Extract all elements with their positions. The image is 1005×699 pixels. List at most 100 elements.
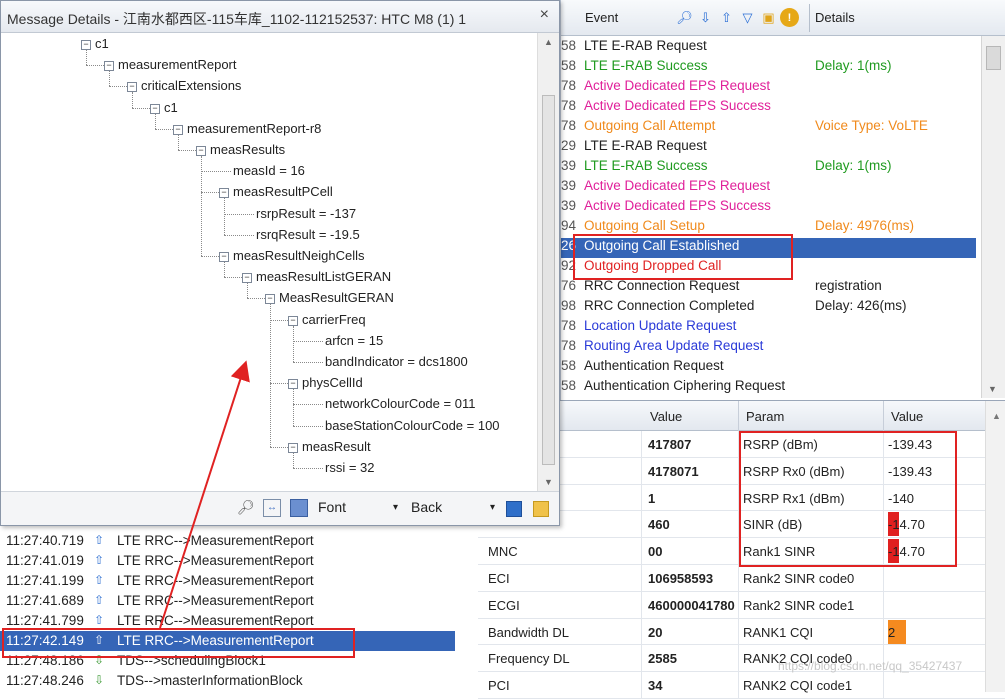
tree-leaf[interactable]: arfcn = 15 [325,332,383,350]
tree-node[interactable]: − carrierFreq [288,311,366,329]
scroll-down-icon[interactable]: ▼ [544,477,553,487]
tree-node-label: measId = 16 [233,163,305,179]
collapse-icon[interactable]: − [219,188,229,199]
event-row[interactable]: 78 Location Update Request [561,318,976,338]
column-divider [883,618,884,645]
back-dropdown-icon[interactable]: ▾ [490,502,495,513]
param-scrollbar[interactable]: ▲ [985,401,1005,692]
tree-node[interactable]: − measResultNeighCells [219,247,365,265]
tree-node[interactable]: − criticalExtensions [127,77,241,95]
tree-leaf[interactable]: rsrqResult = -19.5 [256,226,360,244]
tree-node[interactable]: − measurementReport-r8 [173,120,321,138]
event-row[interactable]: 58 LTE E-RAB Request [561,38,976,58]
event-row[interactable]: 76 RRC Connection Request registration [561,278,976,298]
field-name: Frequency DL [488,651,570,667]
tree-node[interactable]: − physCellId [288,374,363,392]
expand-icon[interactable]: ↔ [263,499,281,517]
save-icon[interactable] [506,501,522,517]
event-row[interactable]: 78 Active Dedicated EPS Success [561,98,976,118]
tree-leaf[interactable]: rssi = 32 [325,459,375,477]
scroll-up-icon[interactable]: ▲ [992,411,1001,421]
tree-leaf[interactable]: rsrpResult = -137 [256,205,356,223]
tree-node[interactable]: − MeasResultGERAN [265,289,394,307]
message-row[interactable]: 11:27:41.019 ⇧ LTE RRC-->MeasurementReport [0,551,478,571]
collapse-icon[interactable]: − [219,252,229,262]
tree-scrollbar[interactable]: ▲ ▼ [537,33,559,491]
event-row[interactable]: 98 RRC Connection Completed Delay: 426(ms) [561,298,976,318]
event-row[interactable]: 78 Outgoing Call Attempt Voice Type: VoLTE [561,118,976,138]
column-divider [738,618,739,645]
collapse-icon[interactable]: − [265,294,275,305]
window-titlebar[interactable]: Message Details - 江南水都西区-115车库_1102-1121… [1,1,559,33]
event-row[interactable]: 39 Active Dedicated EPS Success [561,198,976,218]
scrollbar-thumb[interactable] [542,95,555,465]
tree-node[interactable]: − measResultPCell [219,183,333,201]
layout-icon[interactable] [290,499,308,517]
font-dropdown-icon[interactable]: ▾ [393,502,398,513]
tree-node[interactable]: − measResultListGERAN [242,268,391,286]
close-icon[interactable]: × [540,6,549,24]
tree-leaf[interactable]: bandIndicator = dcs1800 [325,353,468,371]
field-value: 417807 [648,437,692,452]
event-column-header[interactable]: Event [585,10,618,25]
event-row[interactable]: 58 Authentication Ciphering Request [561,378,976,398]
sort-down-icon[interactable]: ⇩ [696,8,715,27]
event-row[interactable]: 39 LTE E-RAB Success Delay: 1(ms) [561,158,976,178]
tree-node-label: c1 [95,36,109,51]
collapse-icon[interactable]: − [104,61,114,72]
collapse-icon[interactable]: − [81,40,91,50]
param-row[interactable]: PCI 34 RANK2 CQI code1 [478,672,1005,699]
message-row[interactable]: 11:27:40.719 ⇧ LTE RRC-->MeasurementReport [0,531,478,551]
warning-icon[interactable]: ! [780,8,799,27]
tree-node-label: c1 [164,99,178,115]
lock-icon[interactable]: ▣ [759,8,778,27]
value2-column-header[interactable]: Value [891,409,923,424]
back-button[interactable]: Back [411,499,442,515]
collapse-icon[interactable]: − [127,82,137,93]
search-icon[interactable]: 🔎︎ [237,499,255,516]
tree-node[interactable]: − measurementReport [104,56,237,74]
tree-guide [132,92,133,108]
event-row[interactable]: 58 Authentication Request [561,358,976,378]
tree-leaf[interactable]: networkColourCode = 011 [325,395,475,413]
details-column-header[interactable]: Details [815,10,855,25]
collapse-icon[interactable]: − [288,379,298,390]
param-name: RANK1 CQI [743,624,814,640]
param-row[interactable]: ECGI 460000041780 Rank2 SINR code1 [478,591,1005,619]
event-row[interactable]: 39 Active Dedicated EPS Request [561,178,976,198]
scrollbar-thumb[interactable] [986,46,1001,70]
event-row[interactable]: 58 LTE E-RAB Success Delay: 1(ms) [561,58,976,78]
filter-icon[interactable]: ▽ [738,8,757,27]
collapse-icon[interactable]: − [288,315,298,326]
param-row[interactable]: Bandwidth DL 20 RANK1 CQI 2 [478,618,1005,646]
collapse-icon[interactable]: − [150,103,160,114]
tree-node[interactable]: − measResults [196,141,285,159]
field-name: MNC [488,544,518,560]
sort-up-icon[interactable]: ⇧ [717,8,736,27]
event-scrollbar[interactable]: ▼ [981,36,1005,398]
tree-leaf[interactable]: measId = 16 [233,162,305,180]
message-row[interactable]: 11:27:48.246 ⇩ TDS-->masterInformationBloc… [0,671,478,691]
lock-icon[interactable] [533,501,549,517]
collapse-icon[interactable]: − [288,442,298,453]
value-column-header[interactable]: Value [650,409,682,424]
collapse-icon[interactable]: − [242,273,252,284]
tree-leaf[interactable]: baseStationColourCode = 100 [325,417,500,435]
tree-node[interactable]: − measResult [288,438,371,456]
font-button[interactable]: Font [318,499,346,515]
event-row[interactable]: 29 LTE E-RAB Request [561,138,976,158]
collapse-icon[interactable]: − [196,146,206,156]
collapse-icon[interactable]: − [173,124,183,135]
param-column-header[interactable]: Param [746,409,784,424]
event-row[interactable]: 78 Active Dedicated EPS Request [561,78,976,98]
event-row[interactable]: 78 Routing Area Update Request [561,338,976,358]
param-row[interactable]: ECI 106958593 Rank2 SINR code0 [478,564,1005,592]
event-name: Active Dedicated EPS Success [584,198,771,213]
scroll-down-icon[interactable]: ▼ [988,384,997,394]
event-name: Outgoing Call Setup [584,218,705,233]
message-row[interactable]: 11:27:41.199 ⇧ LTE RRC-->MeasurementReport [0,571,478,591]
message-row[interactable]: 11:27:41.689 ⇧ LTE RRC-->MeasurementReport [0,591,478,611]
scroll-up-icon[interactable]: ▲ [544,37,553,47]
search-icon[interactable]: 🔎︎ [675,8,694,27]
message-rows: 11:27:40.719 ⇧ LTE RRC-->MeasurementReport… [0,526,478,691]
